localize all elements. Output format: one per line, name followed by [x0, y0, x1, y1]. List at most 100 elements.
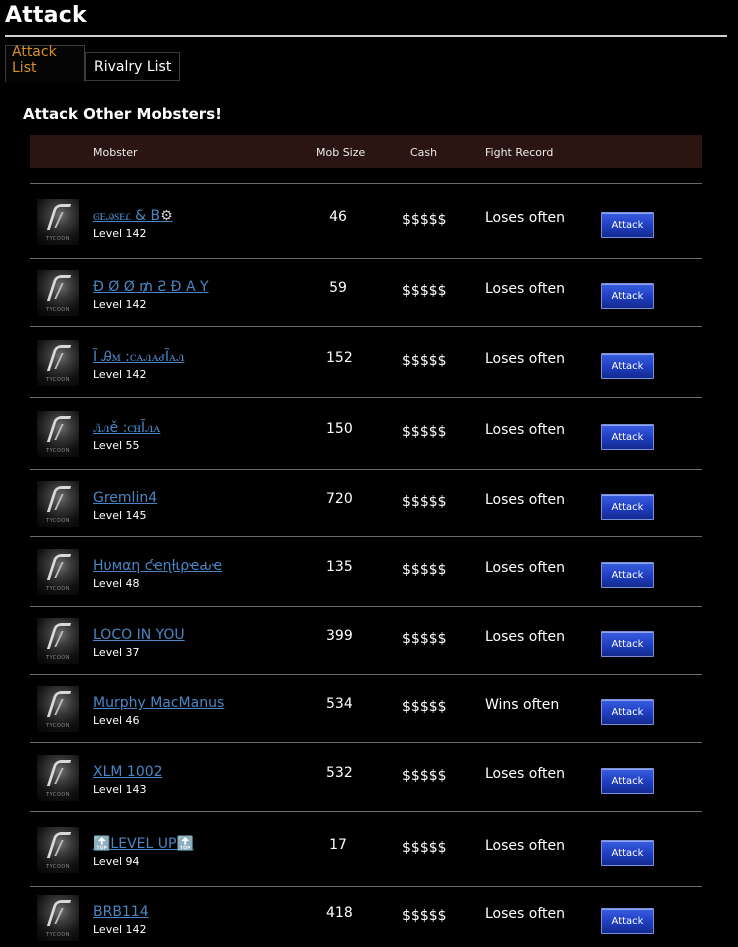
attack-button[interactable]: Attack: [601, 768, 654, 794]
mob-size: 135: [326, 559, 353, 575]
mobster-level: Level 94: [93, 855, 140, 868]
table-row: TYCOON ꮆꭼꭿꮪꭼꮭ & B⚙ Level 142 46 $$$$$ Loses o…: [30, 183, 702, 258]
mobster-name: Gremlin4: [93, 490, 158, 506]
cash-value: $$$$$: [402, 562, 447, 578]
mobster-name-link[interactable]: BRB114: [93, 904, 149, 920]
avatar[interactable]: TYCOON: [37, 755, 79, 801]
header-cash: Cash: [410, 146, 438, 159]
gear-icon: ⚙: [160, 208, 173, 224]
mobster-name: Ð Ø Ø ₥ Ƨ Ð A Y: [93, 279, 209, 295]
avatar[interactable]: TYCOON: [37, 411, 79, 457]
avatar-tag: TYCOON: [46, 236, 70, 242]
table-header: Mobster Mob Size Cash Fight Record: [30, 135, 702, 168]
tab-rivalry-list[interactable]: Rivalry List: [85, 52, 181, 81]
attack-button[interactable]: Attack: [601, 424, 654, 450]
mobster-level: Level 145: [93, 509, 147, 522]
cash-value: $$$$$: [402, 424, 447, 440]
mobster-name-link[interactable]: LOCO IN YOU: [93, 627, 185, 643]
avatar[interactable]: TYCOON: [37, 340, 79, 386]
fight-record: Loses often: [485, 629, 565, 645]
mob-size: 534: [326, 696, 353, 712]
fight-record: Loses often: [485, 560, 565, 576]
title-divider: [5, 35, 727, 37]
mobster-name-link[interactable]: Ð Ø Ø ₥ Ƨ Ð A Y: [93, 279, 209, 295]
fight-record: Loses often: [485, 766, 565, 782]
avatar-tag: TYCOON: [46, 932, 70, 938]
cash-value: $$$$$: [402, 353, 447, 369]
mobster-name: Murphy MacManus: [93, 695, 225, 711]
mob-size: 532: [326, 765, 353, 781]
header-fight-record: Fight Record: [485, 146, 554, 159]
avatar-tag: TYCOON: [46, 792, 70, 798]
fight-record: Loses often: [485, 492, 565, 508]
tab-bar: Attack List Rivalry List: [5, 44, 181, 82]
mobster-level: Level 142: [93, 923, 147, 936]
attack-table: Mobster Mob Size Cash Fight Record TYCOO…: [30, 135, 702, 941]
avatar-tag: TYCOON: [46, 377, 70, 383]
cash-value: $$$$$: [402, 212, 447, 228]
header-mob-size: Mob Size: [316, 146, 366, 159]
page-title: Attack: [5, 3, 87, 28]
fight-record: Wins often: [485, 697, 560, 713]
attack-button[interactable]: Attack: [601, 494, 654, 520]
mobster-name: 🔝LEVEL UP🔝: [93, 836, 194, 852]
mob-size: 150: [326, 421, 353, 437]
avatar[interactable]: TYCOON: [37, 686, 79, 732]
avatar-tag: TYCOON: [46, 864, 70, 870]
avatar-tag: TYCOON: [46, 586, 70, 592]
mob-size: 46: [329, 209, 347, 225]
mobster-name-link[interactable]: 🔝LEVEL UP🔝: [93, 836, 194, 852]
attack-button[interactable]: Attack: [601, 840, 654, 866]
mobster-name: LOCO IN YOU: [93, 627, 185, 643]
table-row: TYCOON Ĩ Ꭿꮇ :ꮯꭺꮑꭺꮷĨꭺꮑ Level 142 152 $$$$$ Los…: [30, 326, 702, 397]
avatar[interactable]: TYCOON: [37, 270, 79, 316]
mobster-name-link[interactable]: XLM 1002: [93, 764, 163, 780]
avatar[interactable]: TYCOON: [37, 618, 79, 664]
mobster-name: Hυмαη ƈҽɳƚιρҽԃҽ: [93, 558, 223, 574]
table-row: TYCOON ꮑ̃ꮑě :ꮯꮋĨꮑꭺ Level 55 150 $$$$$ Loses o…: [30, 397, 702, 469]
fight-record: Loses often: [485, 906, 565, 922]
attack-button[interactable]: Attack: [601, 283, 654, 309]
table-row: TYCOON BRB114 Level 142 418 $$$$$ Loses often…: [30, 886, 702, 947]
mobster-name-link[interactable]: Murphy MacManus: [93, 695, 224, 711]
cash-value: $$$$$: [402, 283, 447, 299]
cash-value: $$$$$: [402, 494, 447, 510]
table-row: TYCOON 🔝LEVEL UP🔝 Level 94 17 $$$$$ Loses oft…: [30, 811, 702, 886]
avatar[interactable]: TYCOON: [37, 199, 79, 245]
mob-size: 399: [326, 628, 353, 644]
mobster-level: Level 142: [93, 368, 147, 381]
attack-button[interactable]: Attack: [601, 212, 654, 238]
mobster-level: Level 142: [93, 227, 147, 240]
attack-button[interactable]: Attack: [601, 353, 654, 379]
mobster-level: Level 37: [93, 646, 140, 659]
cash-value: $$$$$: [402, 840, 447, 856]
avatar-tag: TYCOON: [46, 307, 70, 313]
attack-button[interactable]: Attack: [601, 631, 654, 657]
mobster-name-link[interactable]: ꮆꭼꭿꮪꭼꮭ & B⚙: [93, 208, 173, 224]
attack-button[interactable]: Attack: [601, 699, 654, 725]
table-row: TYCOON LOCO IN YOU Level 37 399 $$$$$ Loses o…: [30, 606, 702, 674]
avatar[interactable]: TYCOON: [37, 549, 79, 595]
header-mobster: Mobster: [93, 146, 138, 159]
mobster-name-link[interactable]: Hυмαη ƈҽɳƚιρҽԃҽ: [93, 558, 222, 574]
fight-record: Loses often: [485, 210, 565, 226]
mobster-name: Ĩ Ꭿꮇ :ꮯꭺꮑꭺꮷĨꭺꮑ: [93, 349, 185, 365]
avatar[interactable]: TYCOON: [37, 895, 79, 941]
cash-value: $$$$$: [402, 699, 447, 715]
attack-button[interactable]: Attack: [601, 562, 654, 588]
cash-value: $$$$$: [402, 768, 447, 784]
fight-record: Loses often: [485, 422, 565, 438]
table-row: TYCOON XLM 1002 Level 143 532 $$$$$ Loses oft…: [30, 742, 702, 811]
mobster-name-link[interactable]: Gremlin4: [93, 490, 157, 506]
mobster-name-link[interactable]: ꮑ̃ꮑě :ꮯꮋĨꮑꭺ: [93, 420, 160, 436]
avatar[interactable]: TYCOON: [37, 827, 79, 873]
mobster-level: Level 55: [93, 439, 140, 452]
mob-size: 418: [326, 905, 353, 921]
mob-size: 17: [329, 837, 347, 853]
attack-button[interactable]: Attack: [601, 908, 654, 934]
tab-attack-list[interactable]: Attack List: [5, 44, 85, 82]
mobster-name-link[interactable]: Ĩ Ꭿꮇ :ꮯꭺꮑꭺꮷĨꭺꮑ: [93, 349, 184, 365]
avatar-tag: TYCOON: [46, 655, 70, 661]
mobster-name: XLM 1002: [93, 764, 163, 780]
avatar[interactable]: TYCOON: [37, 481, 79, 527]
